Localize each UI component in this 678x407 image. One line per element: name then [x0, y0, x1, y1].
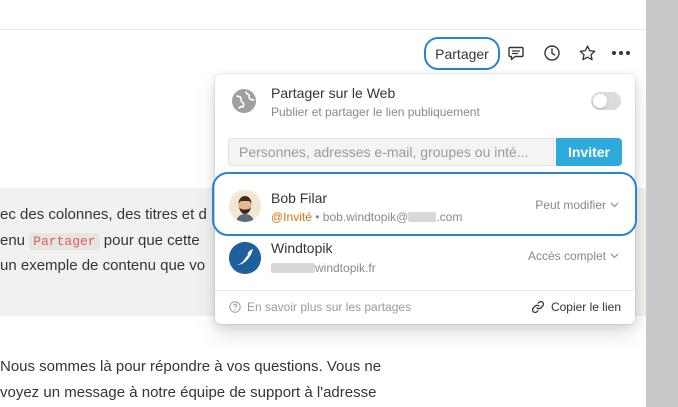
invite-button[interactable]: Inviter: [556, 138, 622, 166]
highlight-outline: [212, 172, 637, 236]
redacted-prefix: [271, 263, 315, 273]
copy-link-button[interactable]: Copier le lien: [531, 300, 621, 314]
inline-code: Partager: [29, 233, 100, 250]
share-button[interactable]: Partager: [424, 37, 500, 70]
body-line-2-text-after: pour que cette: [99, 232, 200, 249]
star-icon[interactable]: [577, 43, 597, 63]
body-line-4-text: Nous sommes là pour répondre à vos quest…: [0, 358, 382, 375]
toggle-knob: [593, 94, 607, 108]
share-web-title: Partager sur le Web: [271, 85, 396, 101]
window-edge: [646, 0, 678, 407]
permission-dropdown[interactable]: Accès complet: [528, 249, 619, 263]
help-text: En savoir plus sur les partages: [247, 300, 412, 314]
history-icon[interactable]: [542, 43, 562, 63]
body-line-3: un exemple de contenu que vo: [0, 256, 205, 276]
copy-link-label: Copier le lien: [550, 300, 621, 314]
more-icon[interactable]: [611, 43, 631, 63]
domain-suffix: windtopik.fr: [315, 261, 376, 275]
footer-divider: [215, 290, 635, 291]
share-web-row[interactable]: Partager sur le Web Publier et partager …: [215, 74, 635, 128]
notion-page: Partager ec des colonnes, des titres et …: [0, 0, 646, 407]
share-button-label: Partager: [435, 45, 489, 62]
workspace-logo: [229, 242, 261, 274]
workspace-domain: windtopik.fr: [271, 261, 376, 275]
comment-icon[interactable]: [506, 43, 526, 63]
body-line-4: Nous sommes là pour répondre à vos quest…: [0, 357, 381, 377]
chevron-down-icon: [610, 253, 619, 259]
body-line-1-text: ec des colonnes, des titres et d: [0, 206, 207, 223]
invite-input[interactable]: Personnes, adresses e-mail, groupes ou i…: [228, 138, 554, 166]
body-line-5: voyez un message à notre équipe de suppo…: [0, 383, 376, 403]
help-link[interactable]: En savoir plus sur les partages: [229, 300, 411, 314]
body-line-3-text: un exemple de contenu que vo: [0, 257, 206, 274]
share-web-subtitle: Publier et partager le lien publiquement: [271, 105, 480, 119]
body-line-5-text: voyez un message à notre équipe de suppo…: [0, 384, 377, 401]
body-line-2: enu Partager pour que cette: [0, 231, 200, 252]
top-divider: [0, 29, 646, 30]
body-line-2-text: enu: [0, 232, 30, 249]
workspace-name: Windtopik: [271, 240, 333, 256]
member-row-windtopik[interactable]: Windtopik windtopik.fr Accès complet: [215, 234, 635, 286]
link-icon: [531, 300, 545, 314]
body-line-1: ec des colonnes, des titres et d: [0, 205, 207, 225]
share-web-toggle[interactable]: [591, 92, 621, 110]
globe-icon: [231, 88, 257, 114]
permission-label: Accès complet: [527, 249, 606, 263]
help-icon: [229, 301, 241, 313]
